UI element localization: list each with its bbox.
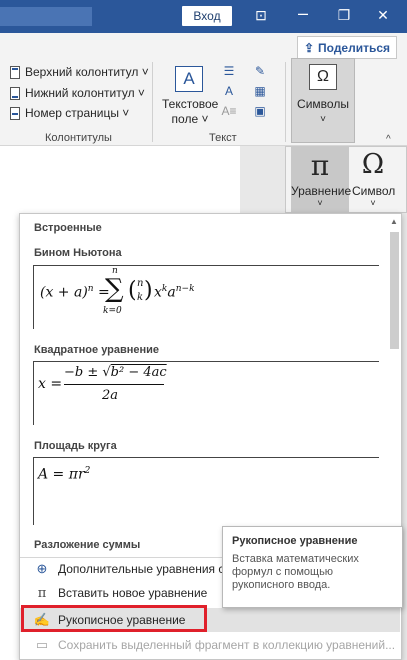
symbols-label: Символы: [297, 97, 349, 111]
chevron-down-icon: ˅: [317, 198, 323, 208]
builtin-section-header: Встроенные: [34, 222, 102, 234]
gallery-item-title: Разложение суммы: [34, 539, 141, 551]
drop-cap-icon[interactable]: A≡: [222, 104, 237, 118]
share-button[interactable]: ⇪ Поделиться: [297, 36, 397, 59]
group-separator: [152, 62, 153, 142]
gallery-item-title: Квадратное уравнение: [34, 344, 160, 356]
chevron-down-icon: ˅: [370, 198, 376, 208]
menu-item-label: Сохранить выделенный фрагмент в коллекци…: [58, 638, 396, 652]
globe-icon: ⊕: [36, 561, 48, 576]
object-icon[interactable]: ▣: [253, 104, 267, 118]
quick-parts-icon[interactable]: ☰: [222, 64, 236, 78]
textbox-label: Текстовое: [162, 97, 219, 111]
minimize-icon[interactable]: –: [293, 3, 313, 24]
header-footer-group-label: Колонтитулы: [45, 132, 112, 144]
collapse-ribbon-icon[interactable]: ^: [386, 134, 391, 145]
footer-label: Нижний колонтитул ˅: [25, 86, 145, 100]
gallery-item-title: Бином Ньютона: [34, 247, 122, 259]
save-selection-icon: ▭: [35, 637, 49, 652]
share-label: Поделиться: [318, 40, 391, 55]
circle-area-equation[interactable]: A = πr2: [33, 457, 379, 525]
footer-button[interactable]: Нижний колонтитул ˅: [10, 83, 145, 103]
scroll-up-icon[interactable]: ▲: [390, 217, 398, 226]
date-time-icon[interactable]: ▦: [253, 84, 267, 98]
omega-icon: Ω: [309, 64, 337, 90]
pi-icon: π: [37, 585, 47, 601]
tooltip-body-line: Вставка математических: [232, 553, 359, 565]
gallery-item-title: Площадь круга: [34, 440, 117, 452]
sign-in-button[interactable]: Вход: [182, 6, 232, 26]
textbox-button[interactable]: Текстовое поле ˅: [162, 97, 218, 127]
header-button[interactable]: Верхний колонтитул ˅: [10, 62, 149, 82]
text-group-label: Текст: [209, 132, 237, 144]
document-title-area: [0, 7, 92, 26]
textbox-icon[interactable]: A: [175, 66, 203, 92]
scrollbar-thumb[interactable]: [390, 232, 399, 349]
tooltip-title: Рукописное уравнение: [232, 535, 358, 547]
quadratic-equation[interactable]: x = −b ± √b² − 4ac 2a: [33, 361, 379, 425]
equation-label: Уравнение: [291, 184, 352, 198]
restore-icon[interactable]: ❐: [334, 7, 354, 24]
tooltip-body-line: рукописного ввода.: [232, 579, 331, 591]
ribbon-display-icon[interactable]: ⊡: [251, 7, 271, 24]
close-icon[interactable]: ✕: [373, 7, 393, 24]
ink-equation-tooltip: Рукописное уравнение Вставка математичес…: [222, 526, 403, 608]
menu-item-label: Вставить новое уравнение: [58, 586, 208, 600]
tooltip-body-line: формул с помощью: [232, 566, 334, 578]
pi-icon: π: [310, 149, 330, 182]
page-number-icon: [10, 106, 20, 120]
save-selection-item[interactable]: ▭ Сохранить выделенный фрагмент в коллек…: [20, 634, 400, 656]
omega-icon: Ω: [361, 149, 385, 180]
signature-line-icon[interactable]: ✎: [253, 64, 267, 78]
binomial-theorem-equation[interactable]: (x + a)n = n ∑ k=0 ( n k ) xkan−k: [33, 265, 379, 329]
footer-icon: [10, 86, 20, 100]
equation-button[interactable]: π Уравнение ˅: [291, 147, 352, 212]
symbols-button[interactable]: Ω Символы ˅: [291, 58, 355, 143]
chevron-down-icon: ˅: [320, 114, 326, 125]
symbol-label: Символ: [352, 184, 396, 198]
header-label: Верхний колонтитул ˅: [25, 65, 149, 79]
group-separator: [285, 62, 286, 142]
textbox-label-2: поле ˅: [171, 112, 209, 126]
menu-item-label: Дополнительные уравнения с са: [58, 562, 241, 576]
share-icon: ⇪: [303, 40, 315, 55]
page-number-label: Номер страницы ˅: [25, 106, 130, 120]
symbol-button[interactable]: Ω Символ ˅: [352, 147, 404, 212]
wordart-icon[interactable]: A: [222, 84, 236, 98]
highlight-annotation: [21, 605, 207, 632]
header-icon: [10, 65, 20, 79]
page-number-button[interactable]: Номер страницы ˅: [10, 103, 129, 123]
